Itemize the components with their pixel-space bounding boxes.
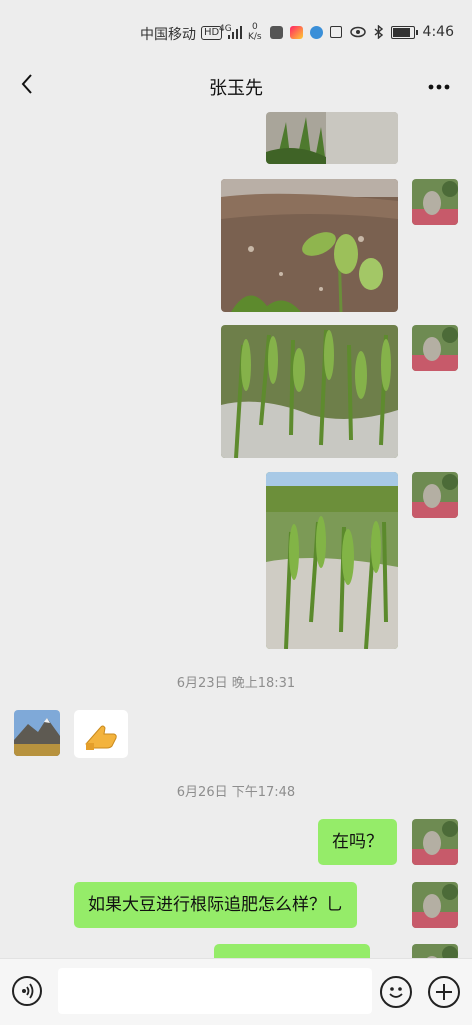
damaged-corn-photo: [221, 325, 398, 458]
translate-icon: [330, 26, 342, 38]
status-right: 4:46: [349, 24, 454, 40]
sent-image[interactable]: [266, 112, 398, 164]
sent-text-bubble[interactable]: 如果大豆进行根际追肥怎么样？乚: [74, 882, 357, 928]
sent-image[interactable]: [221, 325, 398, 458]
avatar-photo: [14, 710, 60, 756]
avatar-photo: [412, 882, 458, 928]
timestamp: 6月26日 下午17:48: [176, 785, 296, 800]
chat-header: 张玉先: [0, 62, 472, 110]
plus-sign: [436, 984, 452, 1000]
sent-text-bubble[interactable]: [214, 944, 370, 958]
clock: 4:46: [422, 24, 454, 40]
avatar-photo: [412, 325, 458, 371]
my-avatar[interactable]: [412, 819, 458, 865]
thumbs-up-emoji: [85, 725, 117, 750]
avatar-photo: [412, 944, 458, 958]
bluetooth-icon: [374, 25, 383, 39]
crop-photo: [266, 112, 398, 164]
timestamp: 6月23日 晚上18:31: [176, 676, 296, 691]
carrier-label: 中国移动: [140, 27, 196, 43]
contact-avatar[interactable]: [14, 710, 60, 756]
sent-text-bubble[interactable]: 在吗？: [318, 819, 397, 865]
my-avatar[interactable]: [412, 944, 458, 958]
gallery-icon: [270, 26, 283, 39]
sent-image[interactable]: [266, 472, 398, 649]
network-speed: 0 K/s: [248, 22, 262, 42]
my-avatar[interactable]: [412, 179, 458, 225]
eye-icon: [349, 26, 366, 38]
my-avatar[interactable]: [412, 472, 458, 518]
battery-icon: [390, 25, 418, 39]
input-bar: [0, 958, 472, 1025]
my-avatar[interactable]: [412, 882, 458, 928]
avatar-photo: [412, 819, 458, 865]
message-list[interactable]: 6月23日 晚上18:31 6月26日 下午17:48 在吗？ 如果大豆进行根际…: [0, 112, 472, 958]
more-dots-icon[interactable]: [428, 84, 450, 90]
app-icon: [290, 26, 303, 39]
sent-image[interactable]: [221, 179, 398, 312]
sticker-bubble[interactable]: [74, 710, 128, 758]
speed-unit: K/s: [248, 32, 262, 42]
plus-icon[interactable]: [428, 976, 460, 1008]
corn-field-photo: [266, 472, 398, 649]
avatar-photo: [412, 472, 458, 518]
notification-icons: [270, 26, 342, 39]
soybean-seedling-photo: [221, 179, 398, 312]
emoji-icon[interactable]: [380, 976, 412, 1008]
voice-icon[interactable]: [12, 976, 42, 1006]
contact-name: 张玉先: [209, 78, 263, 99]
signal-icon: [228, 26, 242, 39]
my-avatar[interactable]: [412, 325, 458, 371]
status-bar: 中国移动 HD 4G 0 K/s 4:46: [0, 0, 472, 62]
smile-face: [389, 987, 403, 998]
avatar-photo: [412, 179, 458, 225]
browser-icon: [310, 26, 323, 39]
message-input[interactable]: [58, 968, 372, 1014]
voice-waves: [22, 983, 34, 999]
speed-value: 0: [251, 22, 258, 32]
